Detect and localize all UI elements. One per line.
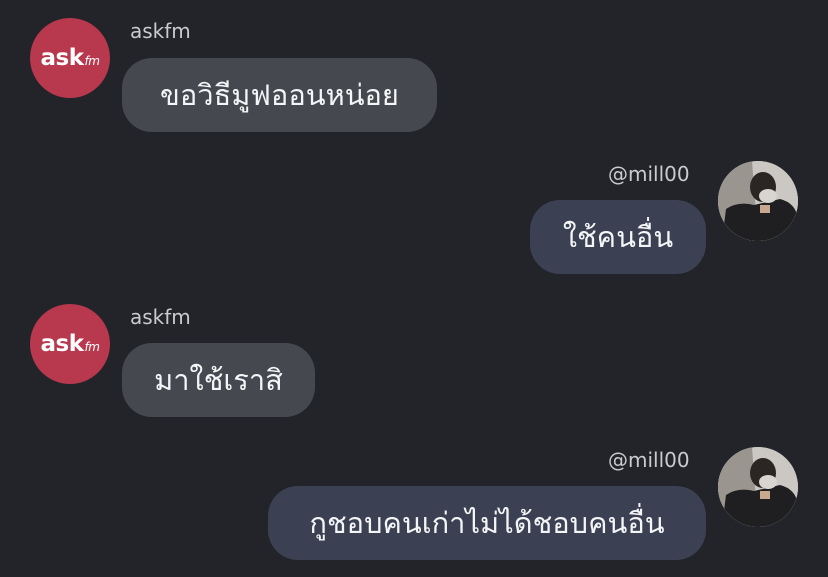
askfm-logo: ask fm: [40, 331, 100, 357]
message-bubble[interactable]: ใช้คนอื่น: [530, 200, 706, 274]
sender-name: @mill00: [608, 162, 690, 186]
message-bubble[interactable]: ขอวิธีมูฟออนหน่อย: [122, 58, 437, 132]
user-avatar[interactable]: [718, 161, 798, 241]
askfm-logo: ask fm: [40, 45, 100, 71]
profile-photo: [718, 161, 798, 241]
user-avatar[interactable]: [718, 447, 798, 527]
sender-name: askfm: [130, 305, 191, 329]
message-bubble[interactable]: กูชอบคนเก่าไม่ได้ชอบคนอื่น: [268, 486, 706, 560]
askfm-avatar[interactable]: ask fm: [30, 304, 110, 384]
askfm-avatar[interactable]: ask fm: [30, 18, 110, 98]
profile-photo: [718, 447, 798, 527]
message-bubble[interactable]: มาใช้เราสิ: [122, 343, 315, 417]
sender-name: askfm: [130, 19, 191, 43]
sender-name: @mill00: [608, 448, 690, 472]
